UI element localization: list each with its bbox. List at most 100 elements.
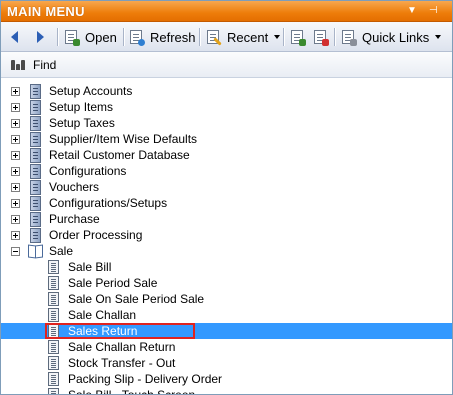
- add-link-button[interactable]: [291, 26, 306, 48]
- document-icon: [48, 276, 59, 290]
- expand-icon[interactable]: [11, 199, 20, 208]
- tree-node[interactable]: Configurations: [1, 163, 452, 179]
- tree-leaf[interactable]: Packing Slip - Delivery Order: [1, 371, 452, 387]
- tree-leaf-label: Sale Period Sale: [68, 276, 158, 290]
- tree-leaf[interactable]: Sale Challan: [1, 307, 452, 323]
- module-icon: [30, 100, 41, 115]
- module-icon: [30, 132, 41, 147]
- expand-icon[interactable]: [11, 119, 20, 128]
- tree-leaf-label: Sale On Sale Period Sale: [68, 292, 205, 306]
- tree-node-label: Order Processing: [49, 228, 143, 242]
- module-icon: [30, 84, 41, 99]
- tree-node[interactable]: Vouchers: [1, 179, 452, 195]
- tree-leaf-label: Packing Slip - Delivery Order: [68, 372, 223, 386]
- expand-icon[interactable]: [11, 183, 20, 192]
- toolbar-separator: [283, 28, 284, 46]
- open-button[interactable]: Open: [65, 26, 117, 48]
- tree-node-label: Configurations: [49, 164, 127, 178]
- open-label: Open: [85, 29, 117, 45]
- module-icon: [30, 180, 41, 195]
- expand-icon[interactable]: [11, 167, 20, 176]
- highlight-box: [45, 323, 195, 339]
- module-icon: [30, 116, 41, 131]
- tree-leaf[interactable]: Sale Bill - Touch Screen: [1, 387, 452, 394]
- open-document-icon: [65, 30, 80, 46]
- tree-node-label: Retail Customer Database: [49, 148, 190, 162]
- open-book-icon: [28, 245, 43, 257]
- tree-node[interactable]: Setup Items: [1, 99, 452, 115]
- document-icon: [48, 356, 59, 370]
- refresh-label: Refresh: [150, 29, 196, 45]
- arrow-right-icon: [37, 31, 44, 43]
- expand-icon[interactable]: [11, 231, 20, 240]
- module-icon: [30, 212, 41, 227]
- main-menu-window: MAIN MENU ▼ ⊣ Open Refresh Recent Quick …: [0, 0, 453, 395]
- tree-node[interactable]: Order Processing: [1, 227, 452, 243]
- document-icon: [48, 292, 59, 306]
- expand-icon[interactable]: [11, 215, 20, 224]
- tree-node[interactable]: Setup Accounts: [1, 83, 452, 99]
- tree-leaf[interactable]: Sale Period Sale: [1, 275, 452, 291]
- tree-node-label: Purchase: [49, 212, 100, 226]
- recent-button[interactable]: Recent: [207, 26, 281, 48]
- toolbar-separator: [199, 28, 200, 46]
- toolbar-separator: [123, 28, 124, 46]
- tree-leaf[interactable]: Sale On Sale Period Sale: [1, 291, 452, 307]
- tree-node[interactable]: Sale: [1, 243, 452, 259]
- remove-document-icon: [314, 30, 329, 46]
- expand-icon[interactable]: [11, 103, 20, 112]
- collapse-icon[interactable]: [11, 247, 20, 256]
- tree-leaf[interactable]: Sale Challan Return: [1, 339, 452, 355]
- tree-node[interactable]: Retail Customer Database: [1, 147, 452, 163]
- document-icon: [48, 372, 59, 386]
- recent-pencil-icon: [207, 30, 222, 46]
- document-icon: [48, 308, 59, 322]
- tree-node-label: Configurations/Setups: [49, 196, 168, 210]
- toolbar: Open Refresh Recent Quick Links: [1, 22, 452, 52]
- tree-leaf-label: Sale Bill: [68, 260, 112, 274]
- tree-node[interactable]: Configurations/Setups: [1, 195, 452, 211]
- tree-node[interactable]: Supplier/Item Wise Defaults: [1, 131, 452, 147]
- tree-leaf-label: Sale Challan Return: [68, 340, 176, 354]
- remove-link-button[interactable]: [314, 26, 329, 48]
- find-bar[interactable]: Find: [1, 52, 452, 78]
- window-title: MAIN MENU: [7, 4, 85, 19]
- tree-node[interactable]: Setup Taxes: [1, 115, 452, 131]
- quick-links-label: Quick Links: [362, 29, 430, 45]
- tree-node-label: Vouchers: [49, 180, 100, 194]
- forward-button[interactable]: [37, 26, 44, 48]
- tree-node-label: Supplier/Item Wise Defaults: [49, 132, 198, 146]
- recent-label: Recent: [227, 29, 269, 45]
- find-label: Find: [33, 58, 57, 72]
- module-icon: [30, 228, 41, 243]
- tree-node[interactable]: Purchase: [1, 211, 452, 227]
- expand-icon[interactable]: [11, 135, 20, 144]
- module-icon: [30, 196, 41, 211]
- chevron-down-icon: [274, 35, 281, 39]
- refresh-icon: [130, 30, 145, 46]
- tree-leaf-label: Stock Transfer - Out: [68, 356, 176, 370]
- tree-node-label: Setup Accounts: [49, 84, 133, 98]
- title-bar: MAIN MENU ▼ ⊣: [1, 1, 452, 22]
- expand-icon[interactable]: [11, 151, 20, 160]
- refresh-button[interactable]: Refresh: [130, 26, 196, 48]
- title-dropdown-icon[interactable]: ▼: [407, 5, 417, 17]
- tree-leaf[interactable]: Stock Transfer - Out: [1, 355, 452, 371]
- expand-icon[interactable]: [11, 87, 20, 96]
- document-icon: [48, 340, 59, 354]
- quick-links-button[interactable]: Quick Links: [342, 26, 442, 48]
- tree-leaf[interactable]: Sale Bill: [1, 259, 452, 275]
- back-button[interactable]: [11, 26, 18, 48]
- module-icon: [30, 148, 41, 163]
- tree-node-label: Setup Taxes: [49, 116, 115, 130]
- tree-leaf-label: Sale Challan: [68, 308, 137, 322]
- tree-node-label: Sale: [49, 244, 74, 258]
- add-document-icon: [291, 30, 306, 46]
- pin-icon[interactable]: ⊣: [429, 5, 438, 17]
- arrow-left-icon: [11, 31, 18, 43]
- quick-links-icon: [342, 30, 357, 46]
- toolbar-separator: [334, 28, 335, 46]
- binoculars-icon: [11, 60, 25, 70]
- tree-leaf[interactable]: Sales Return: [1, 323, 452, 339]
- module-icon: [30, 164, 41, 179]
